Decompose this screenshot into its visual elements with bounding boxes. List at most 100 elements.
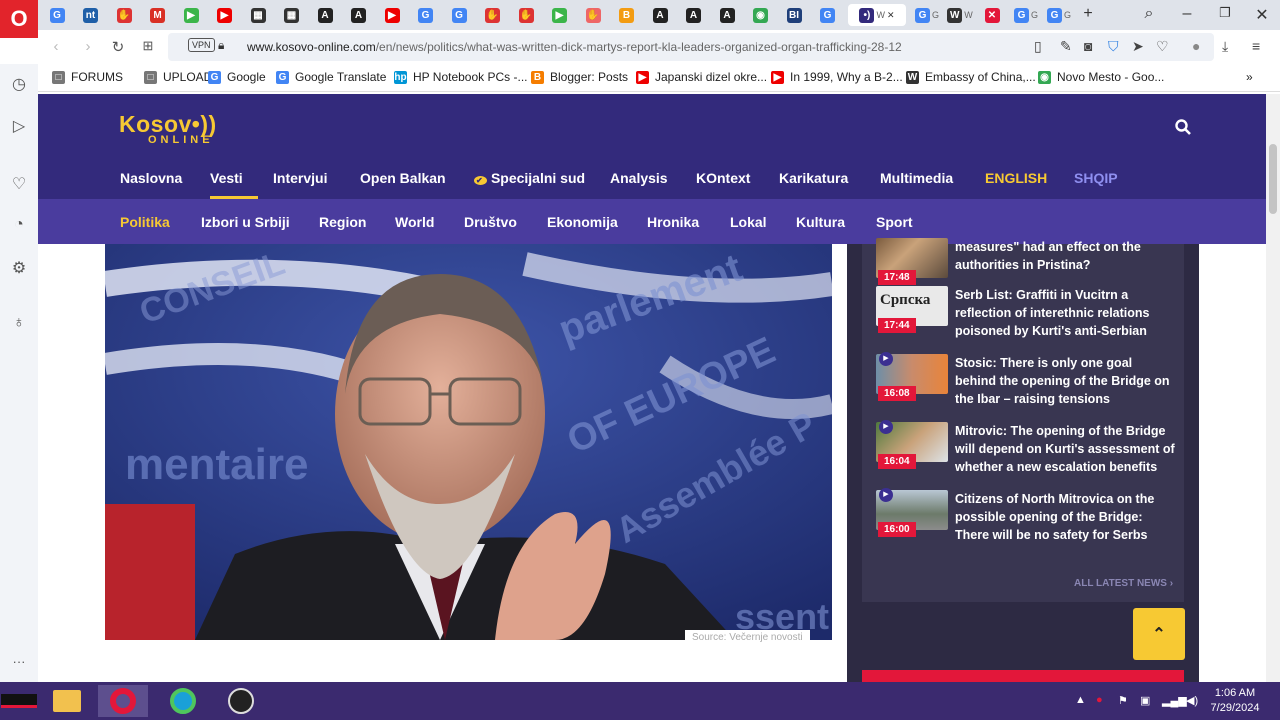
sub-nav-item[interactable]: Region	[319, 214, 366, 230]
close-window-icon[interactable]: ✕	[1250, 5, 1274, 25]
reader-icon[interactable]: ▯	[1034, 38, 1042, 55]
browser-tab[interactable]: GG	[1044, 4, 1074, 26]
profile-icon[interactable]: ●	[1192, 38, 1200, 54]
sub-nav-item[interactable]: Izbori u Srbiji	[201, 214, 290, 230]
browser-tab[interactable]: ✋	[511, 4, 541, 26]
browser-tab[interactable]: ▶	[210, 4, 240, 26]
news-item[interactable]: Српска 17:44 Serb List: Graffiti in Vucitr…	[876, 286, 1176, 346]
sub-nav-item[interactable]: Politika	[120, 214, 170, 230]
browser-tab[interactable]: ✕	[978, 4, 1008, 26]
browser-tab[interactable]: A	[679, 4, 709, 26]
tips-icon[interactable]: ♁	[9, 314, 29, 332]
main-nav-item[interactable]: Open Balkan	[360, 170, 446, 186]
browser-tab[interactable]: BI	[779, 4, 809, 26]
main-nav-item[interactable]: Karikatura	[779, 170, 848, 186]
news-title[interactable]: Citizens of North Mitrovica on the possi…	[955, 490, 1175, 544]
bookmark-item[interactable]: hp HP Notebook PCs -...	[394, 70, 528, 84]
url-text[interactable]: www.kosovo-online.com/en/news/politics/w…	[247, 40, 902, 54]
edge-icon[interactable]	[158, 685, 208, 717]
browser-tab[interactable]: ✋	[478, 4, 508, 26]
browser-tab[interactable]: A	[310, 4, 340, 26]
opera-taskbar-icon[interactable]	[98, 685, 148, 717]
news-item[interactable]: ▶ 16:00 Citizens of North Mitrovica on the…	[876, 488, 1176, 550]
more-icon[interactable]: ···	[9, 654, 29, 669]
scroll-to-top-button[interactable]: ⌃	[1133, 608, 1185, 660]
browser-tab[interactable]: A	[344, 4, 374, 26]
sub-nav-item[interactable]: Ekonomija	[547, 214, 618, 230]
sub-nav-item[interactable]: Kultura	[796, 214, 845, 230]
bookmark-item[interactable]: □ UPLOAD	[144, 70, 212, 84]
maximize-icon[interactable]: ❐	[1213, 5, 1237, 21]
sub-nav-item[interactable]: Sport	[876, 214, 913, 230]
sub-nav-item[interactable]: Lokal	[730, 214, 767, 230]
tray-flag-icon[interactable]: ⚑	[1118, 694, 1128, 707]
sub-nav-item[interactable]: Hronika	[647, 214, 699, 230]
news-title[interactable]: measures" had an effect on the authoriti…	[955, 238, 1175, 274]
tray-device-icon[interactable]: ▣	[1140, 694, 1150, 707]
tray-volume-icon[interactable]: ◀)	[1186, 694, 1198, 707]
bookmark-item[interactable]: G Google Translate	[276, 70, 386, 84]
lock-icon[interactable]: 🔒︎	[218, 38, 224, 53]
browser-tab[interactable]: M	[143, 4, 173, 26]
more-bookmarks-icon[interactable]: »	[1246, 70, 1253, 84]
main-nav-item[interactable]: ✔ Specijalni sud	[474, 170, 585, 186]
close-tab-icon[interactable]: ✕	[887, 10, 895, 21]
news-title[interactable]: Stosic: There is only one goal behind th…	[955, 354, 1175, 408]
camera-icon[interactable]: ◙	[1084, 38, 1092, 54]
tray-arrow-icon[interactable]: ▲	[1075, 694, 1086, 706]
main-nav-item[interactable]: Vesti	[210, 170, 243, 186]
main-nav-item[interactable]: ENGLISH	[985, 170, 1047, 186]
back-icon[interactable]: ‹	[46, 38, 66, 55]
heart-icon[interactable]: ♡	[1156, 38, 1169, 55]
browser-tab[interactable]: A	[712, 4, 742, 26]
forward-icon[interactable]: ›	[78, 38, 98, 55]
news-item[interactable]: ▶ 16:08 Stosic: There is only one goal beh…	[876, 352, 1176, 414]
send-icon[interactable]: ➤	[1132, 38, 1144, 55]
main-nav-item[interactable]: Analysis	[610, 170, 668, 186]
browser-tab[interactable]: G	[444, 4, 474, 26]
browser-tab[interactable]: ✋	[109, 4, 139, 26]
browser-tab[interactable]: ▶	[176, 4, 206, 26]
page-scrollbar[interactable]	[1266, 94, 1280, 682]
news-title[interactable]: Mitrovic: The opening of the Bridge will…	[955, 422, 1175, 476]
main-nav-item[interactable]: KOntext	[696, 170, 750, 186]
tab-search-icon[interactable]: ⌕	[1137, 5, 1161, 23]
all-latest-news-link[interactable]: ALL LATEST NEWS ›	[1074, 578, 1173, 589]
browser-tab[interactable]: G	[42, 4, 72, 26]
shield-icon[interactable]: ⛉	[1108, 38, 1119, 55]
sub-nav-item[interactable]: Društvo	[464, 214, 517, 230]
browser-tab[interactable]: ▦	[277, 4, 307, 26]
taskbar-preview[interactable]	[0, 685, 38, 717]
obs-icon[interactable]	[216, 685, 266, 717]
browser-tab[interactable]: ▶	[377, 4, 407, 26]
edit-icon[interactable]: ✎	[1060, 38, 1072, 55]
browser-tab[interactable]: WW	[945, 4, 975, 26]
browser-tab[interactable]: GG	[1011, 4, 1041, 26]
main-nav-item[interactable]: Multimedia	[880, 170, 953, 186]
bookmarks-heart-icon[interactable]: ♡	[9, 174, 29, 194]
bookmark-item[interactable]: G Google	[208, 70, 266, 84]
scroll-thumb[interactable]	[1269, 144, 1277, 214]
vpn-badge[interactable]: VPN	[188, 38, 215, 52]
sub-nav-item[interactable]: World	[395, 214, 434, 230]
tray-network-icon[interactable]: ▂▄▆	[1162, 694, 1187, 707]
browser-tab[interactable]: G	[813, 4, 843, 26]
browser-tab[interactable]: ▶	[545, 4, 575, 26]
bookmark-item[interactable]: B Blogger: Posts	[531, 70, 628, 84]
main-nav-item[interactable]: Naslovna	[120, 170, 182, 186]
site-search-icon[interactable]	[1174, 118, 1192, 136]
main-nav-item[interactable]: SHQIP	[1074, 170, 1118, 186]
tab-overview-icon[interactable]: ⊞	[138, 38, 158, 54]
speed-dial-icon[interactable]: ◷	[9, 74, 29, 94]
reload-icon[interactable]: ↻	[108, 38, 128, 56]
bookmark-item[interactable]: ▶ Japanski dizel okre...	[636, 70, 767, 84]
taskbar-clock[interactable]: 1:06 AM 7/29/2024	[1205, 686, 1265, 716]
browser-tab[interactable]: ◉	[746, 4, 776, 26]
tray-opera-icon[interactable]: ●	[1096, 694, 1103, 706]
file-explorer-icon[interactable]	[42, 685, 92, 717]
browser-tab[interactable]: B	[612, 4, 642, 26]
browser-tab[interactable]: G	[411, 4, 441, 26]
settings-gear-icon[interactable]: ⚙	[9, 258, 29, 278]
main-nav-item[interactable]: Intervjui	[273, 170, 327, 186]
bookmark-item[interactable]: ◉ Novo Mesto - Goo...	[1038, 70, 1164, 84]
